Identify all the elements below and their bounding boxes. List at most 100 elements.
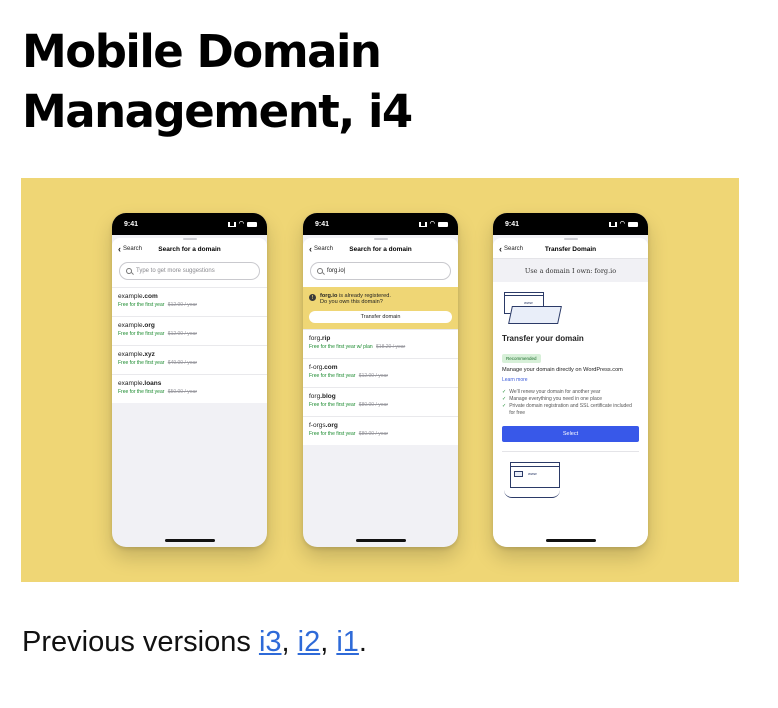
- status-icons: ◠: [418, 221, 448, 227]
- domain-list: example.com Free for the first year $12.…: [112, 287, 267, 403]
- home-indicator[interactable]: [545, 539, 596, 542]
- transfer-box-illustration: www: [502, 290, 562, 328]
- signal-icon: [418, 221, 427, 227]
- learn-more-link[interactable]: Learn more: [502, 377, 639, 383]
- back-button[interactable]: ‹ Search: [118, 244, 143, 254]
- back-label: Search: [314, 246, 334, 252]
- check-icon: ✓: [502, 395, 507, 402]
- transfer-title: Transfer your domain: [502, 334, 584, 343]
- search-placeholder: Type to get more suggestions: [136, 268, 215, 274]
- link-i2[interactable]: i2: [298, 626, 321, 658]
- status-icons: ◠: [227, 221, 257, 227]
- nav-bar: ‹ Search Transfer Domain: [493, 240, 648, 258]
- divider: [502, 450, 639, 452]
- domain-name: example.com: [118, 293, 158, 300]
- domain-price: $12.00 / year: [167, 302, 197, 308]
- domain-price: $80.00 / year: [358, 431, 388, 437]
- page-title: Mobile Domain Management, i4: [22, 22, 762, 142]
- sheet: ‹ Search Search for a domain forg.io| ! …: [303, 238, 458, 445]
- domain-list: forg.rip Free for the first year w/ plan…: [303, 329, 458, 445]
- domain-row[interactable]: f-org.com Free for the first year $12.00…: [303, 358, 458, 387]
- domain-name: f-orgs.org: [309, 422, 338, 429]
- domain-offer: Free for the first year $12.00 / year: [118, 302, 197, 308]
- recommended-badge: Recommended: [502, 354, 541, 363]
- domain-name: example.org: [118, 322, 155, 329]
- status-time: 9:41: [315, 220, 330, 228]
- phone-transfer-domain: 9:41 ◠ ‹ Search Transfer Domain Use a do…: [493, 213, 648, 547]
- domain-offer: Free for the first year w/ plan $18.20 /…: [309, 344, 406, 350]
- registered-notice: ! forg.io is already registered. Do you o…: [303, 287, 458, 329]
- domain-row[interactable]: example.org Free for the first year $12.…: [112, 316, 267, 345]
- chevron-left-icon: ‹: [118, 244, 121, 254]
- check-icon: ✓: [502, 388, 507, 395]
- status-bar: 9:41 ◠: [112, 213, 267, 235]
- page-title-line-1: Mobile Domain: [22, 25, 382, 78]
- domain-name: forg.rip: [309, 335, 331, 342]
- domain-offer: Free for the first year $50.00 / year: [118, 389, 197, 395]
- sheet: ‹ Search Transfer Domain Use a domain I …: [493, 238, 648, 547]
- home-indicator[interactable]: [164, 539, 215, 542]
- transfer-option: www Transfer your domain Recommended Man…: [493, 282, 648, 500]
- benefit-item: ✓ Private domain registration and SSL cer…: [502, 402, 632, 416]
- domain-offer: Free for the first year $49.00 / year: [118, 360, 197, 366]
- domain-offer: Free for the first year $80.00 / year: [309, 431, 388, 437]
- check-icon: ✓: [502, 402, 507, 409]
- domain-row[interactable]: forg.blog Free for the first year $80.00…: [303, 387, 458, 416]
- phone-search-empty: 9:41 ◠ ‹ Search Search for a domain Type…: [112, 213, 267, 547]
- domain-row[interactable]: f-orgs.org Free for the first year $80.0…: [303, 416, 458, 445]
- wifi-icon: ◠: [429, 221, 435, 227]
- phone-search-registered: 9:41 ◠ ‹ Search Search for a domain forg…: [303, 213, 458, 547]
- back-button[interactable]: ‹ Search: [499, 245, 524, 254]
- domain-offer: Free for the first year $12.00 / year: [118, 331, 197, 337]
- illustration-www: www: [528, 470, 537, 476]
- domain-offer: Free for the first year $12.00 / year: [309, 373, 388, 379]
- domain-name: f-org.com: [309, 364, 338, 371]
- mockup-banner: 9:41 ◠ ‹ Search Search for a domain Type…: [21, 178, 739, 582]
- search-input[interactable]: forg.io|: [310, 262, 451, 280]
- domain-price: $49.00 / year: [167, 360, 197, 366]
- domain-name: example.xyz: [118, 351, 155, 358]
- status-bar: 9:41 ◠: [303, 213, 458, 235]
- battery-icon: [438, 221, 448, 227]
- battery-icon: [628, 221, 638, 227]
- battery-icon: [247, 221, 257, 227]
- connect-domain-illustration: www: [502, 460, 562, 500]
- select-button[interactable]: Select: [502, 425, 639, 442]
- benefit-item: ✓ We'll renew your domain for another yea…: [502, 388, 601, 395]
- page-title-line-2: Management, i4: [22, 85, 413, 138]
- domain-row[interactable]: example.loans Free for the first year $5…: [112, 374, 267, 403]
- info-icon: !: [309, 294, 316, 301]
- domain-row[interactable]: example.xyz Free for the first year $49.…: [112, 345, 267, 374]
- domain-name: example.loans: [118, 380, 162, 387]
- back-label: Search: [123, 246, 143, 252]
- benefits-list: ✓ We'll renew your domain for another yea…: [502, 389, 639, 417]
- status-time: 9:41: [124, 220, 139, 228]
- domain-price: $12.00 / year: [167, 331, 197, 337]
- domain-row[interactable]: forg.rip Free for the first year w/ plan…: [303, 329, 458, 358]
- status-icons: ◠: [608, 221, 638, 227]
- chevron-left-icon: ‹: [309, 244, 312, 254]
- link-i1[interactable]: i1: [336, 626, 359, 658]
- domain-price: $80.00 / year: [358, 402, 388, 408]
- search-icon: [126, 268, 132, 274]
- nav-bar: ‹ Search Search for a domain: [112, 240, 267, 258]
- domain-price: $18.20 / year: [376, 344, 406, 350]
- domain-row[interactable]: example.com Free for the first year $12.…: [112, 287, 267, 316]
- signal-icon: [608, 221, 617, 227]
- domain-price: $12.00 / year: [358, 373, 388, 379]
- home-indicator[interactable]: [355, 539, 406, 542]
- transfer-domain-button[interactable]: Transfer domain: [309, 311, 452, 323]
- sheet: ‹ Search Search for a domain Type to get…: [112, 238, 267, 403]
- use-own-domain-header: Use a domain I own: forg.io: [493, 258, 648, 282]
- nav-bar: ‹ Search Search for a domain: [303, 240, 458, 258]
- illustration-www: www: [524, 300, 533, 305]
- back-button[interactable]: ‹ Search: [309, 244, 334, 254]
- link-i3[interactable]: i3: [259, 626, 282, 658]
- domain-price: $50.00 / year: [167, 389, 197, 395]
- status-bar: 9:41 ◠: [493, 213, 648, 235]
- back-label: Search: [504, 246, 524, 252]
- search-icon: [317, 268, 323, 274]
- domain-name: forg.blog: [309, 393, 336, 400]
- domain-offer: Free for the first year $80.00 / year: [309, 402, 388, 408]
- search-input[interactable]: Type to get more suggestions: [119, 262, 260, 280]
